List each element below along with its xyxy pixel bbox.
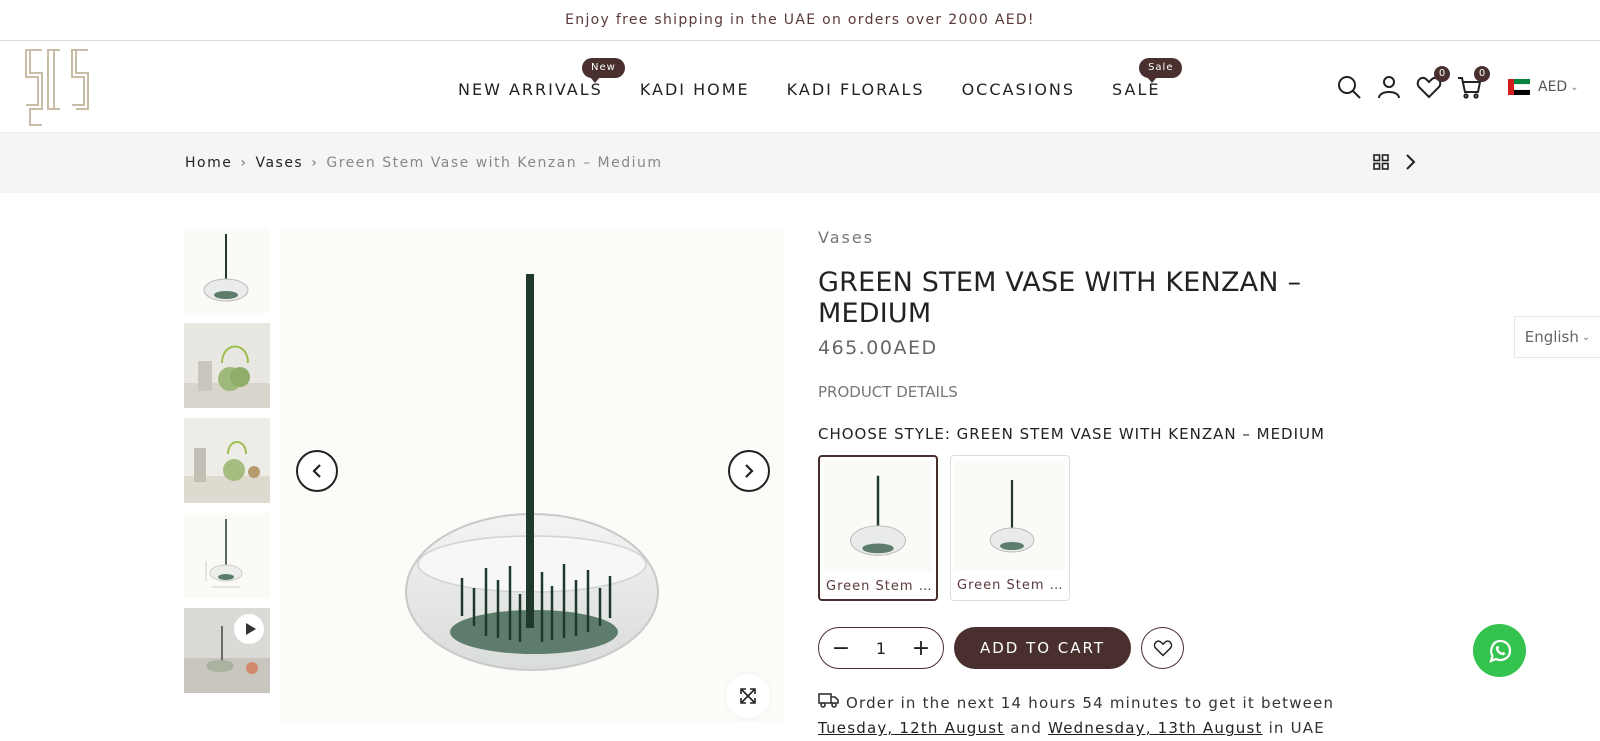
- previous-image-button[interactable]: [296, 450, 338, 492]
- search-icon[interactable]: [1336, 74, 1362, 100]
- purchase-row: − 1 + ADD TO CART: [818, 627, 1378, 669]
- style-option-label: Green Stem Vase with Kenzan – Medium: [826, 579, 932, 594]
- nav-new-arrivals[interactable]: NEW ARRIVALS New: [458, 57, 625, 99]
- breadcrumb-tools: [1372, 153, 1416, 175]
- quantity-stepper: − 1 +: [818, 627, 944, 669]
- language-selector[interactable]: English ⌄: [1514, 316, 1600, 358]
- product-details-link[interactable]: PRODUCT DETAILS: [818, 383, 1378, 401]
- thumbnail-video[interactable]: [184, 608, 270, 693]
- chevron-down-icon: ⌄: [1581, 331, 1591, 343]
- main-product-image[interactable]: [280, 228, 784, 722]
- announcement-bar: Enjoy free shipping in the UAE on orders…: [0, 0, 1600, 41]
- expand-icon[interactable]: [726, 674, 770, 718]
- cart-icon[interactable]: 0: [1456, 66, 1490, 100]
- decrease-quantity-button[interactable]: −: [831, 636, 851, 661]
- grid-icon[interactable]: [1372, 153, 1390, 175]
- product-title: GREEN STEM VASE WITH KENZAN – MEDIUM: [818, 267, 1302, 329]
- thumbnail-4[interactable]: [184, 513, 270, 598]
- nav-occasions[interactable]: OCCASIONS: [962, 76, 1075, 99]
- new-badge: New: [582, 57, 625, 83]
- whatsapp-icon: [1488, 639, 1511, 663]
- delivery-prefix: Order in the next 14 hours 54 minutes to…: [845, 694, 1335, 712]
- wishlist-count: 0: [1434, 66, 1450, 82]
- quantity-value[interactable]: 1: [876, 639, 886, 658]
- breadcrumb-current: Green Stem Vase with Kenzan – Medium: [326, 155, 663, 171]
- chevron-right-icon: ›: [311, 155, 319, 171]
- nav-sale[interactable]: SALE Sale: [1112, 57, 1183, 99]
- nav-kadi-home[interactable]: KADI HOME: [640, 76, 750, 99]
- account-icon[interactable]: [1376, 74, 1402, 100]
- product-thumbnails: [184, 228, 270, 703]
- currency-label: AED: [1538, 79, 1568, 95]
- uae-flag-icon: [1508, 79, 1530, 96]
- header-actions: 0 0 AED ⌄: [1336, 41, 1579, 133]
- chevron-down-icon: ⌄: [1570, 81, 1579, 93]
- style-swatches: Green Stem Vase with Kenzan – Medium Gre…: [818, 455, 1378, 601]
- add-to-wishlist-button[interactable]: [1141, 627, 1184, 669]
- style-image: [824, 461, 932, 571]
- thumbnail-1[interactable]: [184, 228, 270, 313]
- style-option-medium[interactable]: Green Stem Vase with Kenzan – Medium: [818, 455, 938, 601]
- brand-logo[interactable]: [24, 47, 90, 127]
- style-option-small[interactable]: Green Stem Vase with Kenzan – Small: [950, 455, 1070, 601]
- language-label: English: [1524, 328, 1579, 346]
- style-image: [955, 460, 1065, 570]
- product-info: Vases GREEN STEM VASE WITH KENZAN – MEDI…: [818, 228, 1378, 741]
- sale-badge: Sale: [1139, 57, 1183, 83]
- product-price: 465.00AED: [818, 337, 938, 359]
- main-nav: NEW ARRIVALS New KADI HOME KADI FLORALS …: [458, 41, 1183, 133]
- next-product-icon[interactable]: [1404, 153, 1416, 175]
- breadcrumb: Home › Vases › Green Stem Vase with Kenz…: [185, 133, 663, 193]
- play-icon[interactable]: [234, 614, 264, 644]
- whatsapp-chat-button[interactable]: [1473, 624, 1526, 677]
- product-category[interactable]: Vases: [818, 228, 1378, 247]
- breadcrumb-home[interactable]: Home: [185, 155, 232, 171]
- thumbnail-2[interactable]: [184, 323, 270, 408]
- add-to-cart-button[interactable]: ADD TO CART: [954, 627, 1131, 669]
- thumbnail-3[interactable]: [184, 418, 270, 503]
- cart-count: 0: [1474, 66, 1490, 82]
- truck-icon: [818, 693, 846, 712]
- next-image-button[interactable]: [728, 450, 770, 492]
- nav-kadi-florals[interactable]: KADI FLORALS: [787, 76, 925, 99]
- currency-selector[interactable]: AED ⌄: [1508, 79, 1579, 96]
- wishlist-icon[interactable]: 0: [1416, 66, 1450, 100]
- style-option-label: Green Stem Vase with Kenzan – Small: [957, 578, 1065, 593]
- announcement-text: Enjoy free shipping in the UAE on orders…: [565, 12, 1035, 28]
- breadcrumb-bar: Home › Vases › Green Stem Vase with Kenz…: [0, 133, 1600, 193]
- delivery-estimate: Order in the next 14 hours 54 minutes to…: [818, 691, 1378, 741]
- increase-quantity-button[interactable]: +: [911, 636, 931, 661]
- breadcrumb-category[interactable]: Vases: [255, 155, 303, 171]
- site-header: NEW ARRIVALS New KADI HOME KADI FLORALS …: [0, 41, 1600, 133]
- chevron-right-icon: ›: [240, 155, 248, 171]
- style-label: CHOOSE STYLE: GREEN STEM VASE WITH KENZA…: [818, 425, 1325, 443]
